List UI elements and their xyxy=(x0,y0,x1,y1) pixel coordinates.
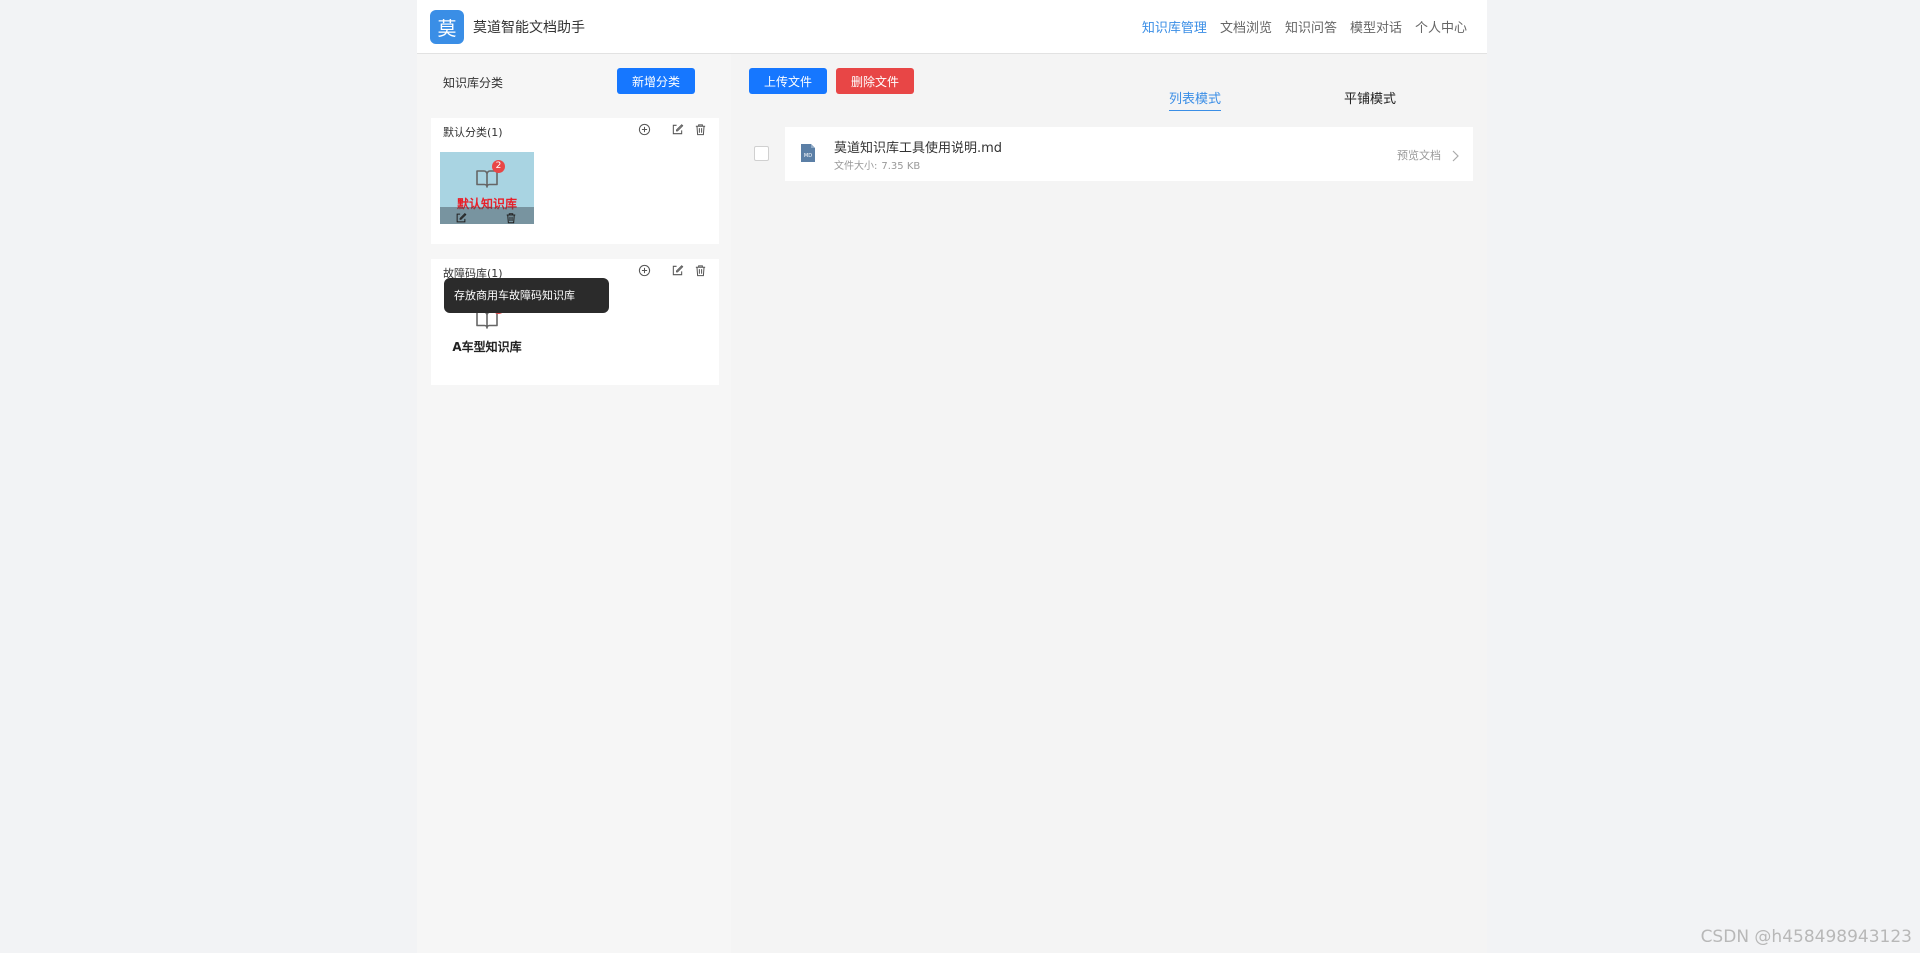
app-window: 莫 莫道智能文档助手 知识库管理 文档浏览 知识问答 模型对话 个人中心 知识库… xyxy=(417,0,1487,953)
trash-icon[interactable] xyxy=(693,122,707,136)
app-title: 莫道智能文档助手 xyxy=(473,20,585,36)
add-circle-icon[interactable] xyxy=(637,122,651,136)
category-panel: 知识库分类 新增分类 默认分类(1) 2 默认知识库 故障码库(1) 存放商用车… xyxy=(417,54,731,953)
add-circle-icon[interactable] xyxy=(637,263,651,277)
nav-item-user-center[interactable]: 个人中心 xyxy=(1415,17,1467,36)
category-default: 默认分类(1) 2 默认知识库 xyxy=(431,118,719,244)
app-logo: 莫 xyxy=(430,10,464,44)
chevron-right-icon[interactable] xyxy=(1451,147,1459,162)
file-select-checkbox[interactable] xyxy=(754,146,769,161)
nav-item-doc-browse[interactable]: 文档浏览 xyxy=(1220,17,1272,36)
file-panel: 上传文件 删除文件 列表模式 平铺模式 MD 莫道知识库工具使用说明.md 文件… xyxy=(731,54,1487,953)
preview-document-link[interactable]: 预览文档 xyxy=(1397,147,1441,163)
top-header: 莫 莫道智能文档助手 知识库管理 文档浏览 知识问答 模型对话 个人中心 xyxy=(417,0,1487,54)
category-panel-title: 知识库分类 xyxy=(443,76,504,90)
svg-text:MD: MD xyxy=(804,153,812,159)
nav-item-kb-management[interactable]: 知识库管理 xyxy=(1142,17,1207,36)
category-actions xyxy=(637,263,707,277)
file-size: 文件大小: 7.35 KB xyxy=(834,157,920,172)
watermark: CSDN @h458498943123 xyxy=(1700,927,1912,947)
tab-tile-mode[interactable]: 平铺模式 xyxy=(1344,88,1396,107)
tab-list-mode[interactable]: 列表模式 xyxy=(1169,88,1222,111)
nav-item-model-chat[interactable]: 模型对话 xyxy=(1350,17,1402,36)
nav-item-kb-qa[interactable]: 知识问答 xyxy=(1285,17,1337,36)
kb-name: A车型知识库 xyxy=(452,340,522,354)
category-actions xyxy=(637,122,707,136)
trash-icon[interactable] xyxy=(693,263,707,277)
category-tooltip: 存放商用车故障码知识库 xyxy=(444,278,609,313)
category-name: 默认分类(1) xyxy=(443,126,503,139)
edit-icon[interactable] xyxy=(670,122,684,136)
delete-file-button[interactable]: 删除文件 xyxy=(836,68,914,94)
file-name: 莫道知识库工具使用说明.md xyxy=(834,141,1003,156)
edit-icon[interactable] xyxy=(455,209,467,223)
upload-file-button[interactable]: 上传文件 xyxy=(749,68,827,94)
kb-card-default[interactable]: 2 默认知识库 xyxy=(440,152,534,224)
main-nav: 知识库管理 文档浏览 知识问答 模型对话 个人中心 xyxy=(1142,17,1467,36)
markdown-file-icon: MD xyxy=(800,143,816,163)
file-card[interactable]: MD 莫道知识库工具使用说明.md 文件大小: 7.35 KB 预览文档 xyxy=(785,127,1473,181)
kb-count-badge: 2 xyxy=(492,160,505,173)
edit-icon[interactable] xyxy=(670,263,684,277)
add-category-button[interactable]: 新增分类 xyxy=(617,68,695,94)
file-size-value: 7.35 KB xyxy=(881,161,921,172)
kb-card-actions xyxy=(440,207,534,224)
file-size-label: 文件大小: xyxy=(834,161,878,172)
category-fault-code: 故障码库(1) 存放商用车故障码知识库 0 A车型知识库 xyxy=(431,259,719,385)
trash-icon[interactable] xyxy=(505,209,517,224)
file-row: MD 莫道知识库工具使用说明.md 文件大小: 7.35 KB 预览文档 xyxy=(745,127,1473,181)
